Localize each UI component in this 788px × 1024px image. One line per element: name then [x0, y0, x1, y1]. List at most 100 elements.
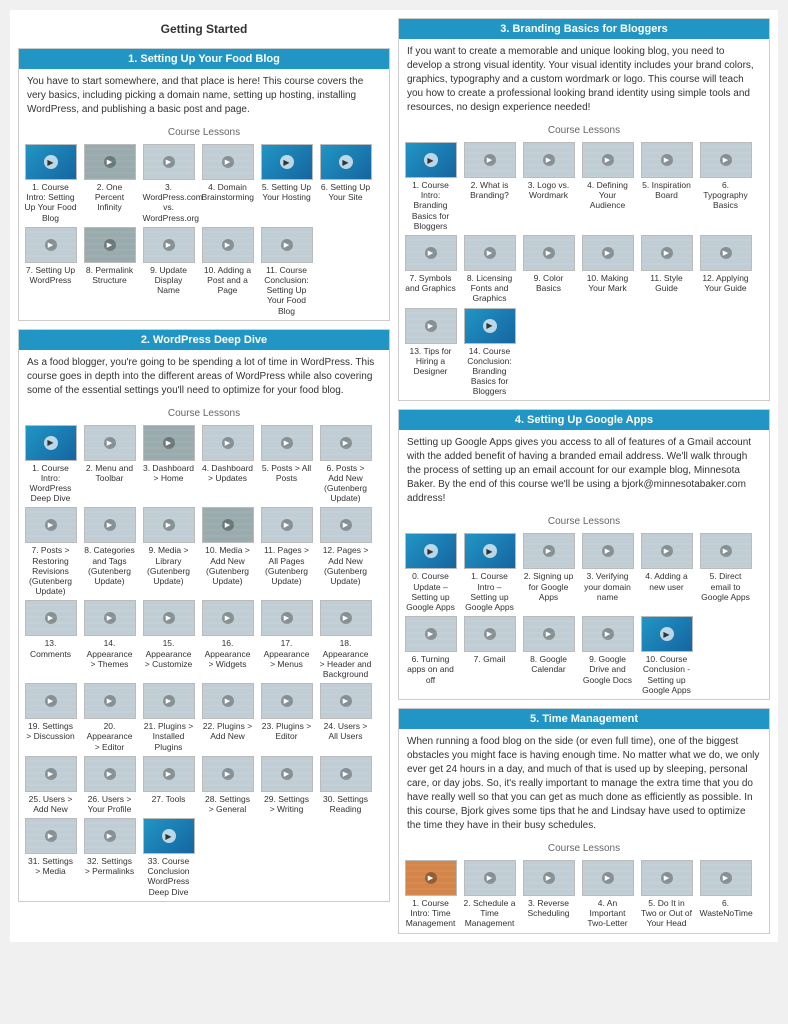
lesson-label: 9. Update Display Name — [143, 265, 195, 296]
list-item[interactable]: ▶ 3. Logo vs. Wordmark — [521, 142, 576, 231]
list-item[interactable]: ▶ 11. Pages > All Pages (Gutenberg Updat… — [259, 507, 314, 596]
list-item[interactable]: ▶ 22. Plugins > Add New — [200, 683, 255, 752]
list-item[interactable]: ▶ 33. Course Conclusion WordPress Deep D… — [141, 818, 196, 897]
lesson-label: 11. Pages > All Pages (Gutenberg Update) — [261, 545, 313, 586]
list-item[interactable]: ▶ 4. Adding a new user — [639, 533, 694, 612]
list-item[interactable]: ▶ 1. Course Intro: Time Management — [403, 860, 458, 929]
section-3-title: 3. Branding Basics for Bloggers — [399, 19, 769, 39]
list-item[interactable]: ▶ 9. Color Basics — [521, 235, 576, 304]
list-item[interactable]: ▶ 4. Defining Your Audience — [580, 142, 635, 231]
list-item[interactable]: ▶ 3. Verifying your domain name — [580, 533, 635, 612]
list-item[interactable]: ▶ 12. Pages > Add New (Gutenberg Update) — [318, 507, 373, 596]
list-item[interactable]: ▶ 25. Users > Add New — [23, 756, 78, 814]
list-item[interactable]: ▶ 32. Settings > Permalinks — [82, 818, 137, 897]
lesson-label: 4. Adding a new user — [641, 571, 693, 591]
lesson-label: 5. Do It in Two or Out of Your Head — [641, 898, 693, 929]
getting-started-header: Getting Started — [18, 18, 390, 40]
list-item[interactable]: ▶ 1. Course Intro: WordPress Deep Dive — [23, 425, 78, 504]
list-item[interactable]: ▶ 5. Do It in Two or Out of Your Head — [639, 860, 694, 929]
list-item[interactable]: ▶ 9. Update Display Name — [141, 227, 196, 316]
list-item[interactable]: ▶ 6. Typography Basics — [698, 142, 753, 231]
lesson-label: 3. Reverse Scheduling — [523, 898, 575, 918]
list-item[interactable]: ▶ 3. Dashboard > Home — [141, 425, 196, 504]
list-item[interactable]: ▶ 2. One Percent Infinity — [82, 144, 137, 223]
list-item[interactable]: ▶ 9. Media > Library (Gutenberg Update) — [141, 507, 196, 596]
list-item[interactable]: ▶ 8. Licensing Fonts and Graphics — [462, 235, 517, 304]
lesson-label: 27. Tools — [143, 794, 195, 804]
lesson-label: 4. Domain Brainstorming — [202, 182, 254, 202]
list-item[interactable]: ▶ 8. Categories and Tags (Gutenberg Upda… — [82, 507, 137, 596]
list-item[interactable]: ▶ 4. Dashboard > Updates — [200, 425, 255, 504]
left-column: Getting Started 1. Setting Up Your Food … — [18, 18, 390, 934]
lesson-label: 9. Media > Library (Gutenberg Update) — [143, 545, 195, 586]
list-item[interactable]: ▶ 1. Course Intro: Setting Up Your Food … — [23, 144, 78, 223]
section-1-lessons-grid: ▶ 1. Course Intro: Setting Up Your Food … — [19, 140, 389, 320]
list-item[interactable]: ▶ 30. Settings Reading — [318, 756, 373, 814]
lesson-label: 1. Course Intro: Setting Up Your Food Bl… — [25, 182, 77, 223]
list-item[interactable]: ▶ 12. Applying Your Guide — [698, 235, 753, 304]
list-item[interactable]: ▶ 11. Course Conclusion: Setting Up Your… — [259, 227, 314, 316]
right-column: 3. Branding Basics for Bloggers If you w… — [398, 18, 770, 934]
list-item[interactable]: ▶ 7. Setting Up WordPress — [23, 227, 78, 316]
list-item[interactable]: ▶ 24. Users > All Users — [318, 683, 373, 752]
section-4-lessons-grid: ▶ 0. Course Update – Setting up Google A… — [399, 529, 769, 699]
list-item[interactable]: ▶ 7. Gmail — [462, 616, 517, 695]
list-item[interactable]: ▶ 2. Signing up for Google Apps — [521, 533, 576, 612]
list-item[interactable]: ▶ 9. Google Drive and Google Docs — [580, 616, 635, 695]
list-item[interactable]: ▶ 4. Domain Brainstorming — [200, 144, 255, 223]
list-item[interactable]: ▶ 2. Schedule a Time Management — [462, 860, 517, 929]
list-item[interactable]: ▶ 21. Plugins > Installed Plugins — [141, 683, 196, 752]
list-item[interactable]: ▶ 5. Inspiration Board — [639, 142, 694, 231]
list-item[interactable]: ▶ 8. Google Calendar — [521, 616, 576, 695]
list-item[interactable]: ▶ 5. Posts > All Posts — [259, 425, 314, 504]
list-item[interactable]: ▶ 6. WasteNoTime — [698, 860, 753, 929]
list-item[interactable]: ▶ 4. An Important Two-Letter — [580, 860, 635, 929]
list-item[interactable]: ▶ 10. Media > Add New (Gutenberg Update) — [200, 507, 255, 596]
lesson-label: 8. Licensing Fonts and Graphics — [464, 273, 516, 304]
list-item[interactable]: ▶ 31. Settings > Media — [23, 818, 78, 897]
list-item[interactable]: ▶ 14. Course Conclusion: Branding Basics… — [462, 308, 517, 397]
lesson-label: 12. Applying Your Guide — [700, 273, 752, 293]
list-item[interactable]: ▶ 26. Users > Your Profile — [82, 756, 137, 814]
lesson-label: 5. Direct email to Google Apps — [700, 571, 752, 602]
list-item[interactable]: ▶ 17. Appearance > Menus — [259, 600, 314, 679]
list-item[interactable]: ▶ 29. Settings > Writing — [259, 756, 314, 814]
list-item[interactable]: ▶ 27. Tools — [141, 756, 196, 814]
list-item[interactable]: ▶ 11. Style Guide — [639, 235, 694, 304]
list-item[interactable]: ▶ 13. Comments — [23, 600, 78, 679]
list-item[interactable]: ▶ 10. Making Your Mark — [580, 235, 635, 304]
list-item[interactable]: ▶ 5. Setting Up Your Hosting — [259, 144, 314, 223]
list-item[interactable]: ▶ 5. Direct email to Google Apps — [698, 533, 753, 612]
lesson-label: 8. Google Calendar — [523, 654, 575, 674]
list-item[interactable]: ▶ 10. Course Conclusion - Setting up Goo… — [639, 616, 694, 695]
list-item[interactable]: ▶ 3. WordPress.com vs. WordPress.org — [141, 144, 196, 223]
page-wrapper: Getting Started 1. Setting Up Your Food … — [10, 10, 778, 942]
list-item[interactable]: ▶ 18. Appearance > Header and Background — [318, 600, 373, 679]
list-item[interactable]: ▶ 2. What is Branding? — [462, 142, 517, 231]
list-item[interactable]: ▶ 16. Appearance > Widgets — [200, 600, 255, 679]
list-item[interactable]: ▶ 13. Tips for Hiring a Designer — [403, 308, 458, 397]
list-item[interactable]: ▶ 7. Posts > Restoring Revisions (Gutenb… — [23, 507, 78, 596]
list-item[interactable]: ▶ 14. Appearance > Themes — [82, 600, 137, 679]
list-item[interactable]: ▶ 6. Turning apps on and off — [403, 616, 458, 695]
list-item[interactable]: ▶ 15. Appearance > Customize — [141, 600, 196, 679]
list-item[interactable]: ▶ 7. Symbols and Graphics — [403, 235, 458, 304]
lesson-label: 22. Plugins > Add New — [202, 721, 254, 741]
list-item[interactable]: ▶ 19. Settings > Discussion — [23, 683, 78, 752]
list-item[interactable]: ▶ 1. Course Intro – Setting up Google Ap… — [462, 533, 517, 612]
section-2: 2. WordPress Deep Dive As a food blogger… — [18, 329, 390, 902]
list-item[interactable]: ▶ 8. Permalink Structure — [82, 227, 137, 316]
list-item[interactable]: ▶ 23. Plugins > Editor — [259, 683, 314, 752]
list-item[interactable]: ▶ 2. Menu and Toolbar — [82, 425, 137, 504]
list-item[interactable]: ▶ 10. Adding a Post and a Page — [200, 227, 255, 316]
section-3: 3. Branding Basics for Bloggers If you w… — [398, 18, 770, 401]
list-item[interactable]: ▶ 0. Course Update – Setting up Google A… — [403, 533, 458, 612]
list-item[interactable]: ▶ 6. Posts > Add New (Gutenberg Update) — [318, 425, 373, 504]
lesson-label: 3. Verifying your domain name — [582, 571, 634, 602]
list-item[interactable]: ▶ 20. Appearance > Editor — [82, 683, 137, 752]
list-item[interactable]: ▶ 6. Setting Up Your Site — [318, 144, 373, 223]
lesson-label: 10. Adding a Post and a Page — [202, 265, 254, 296]
list-item[interactable]: ▶ 28. Settings > General — [200, 756, 255, 814]
list-item[interactable]: ▶ 1. Course Intro: Branding Basics for B… — [403, 142, 458, 231]
list-item[interactable]: ▶ 3. Reverse Scheduling — [521, 860, 576, 929]
